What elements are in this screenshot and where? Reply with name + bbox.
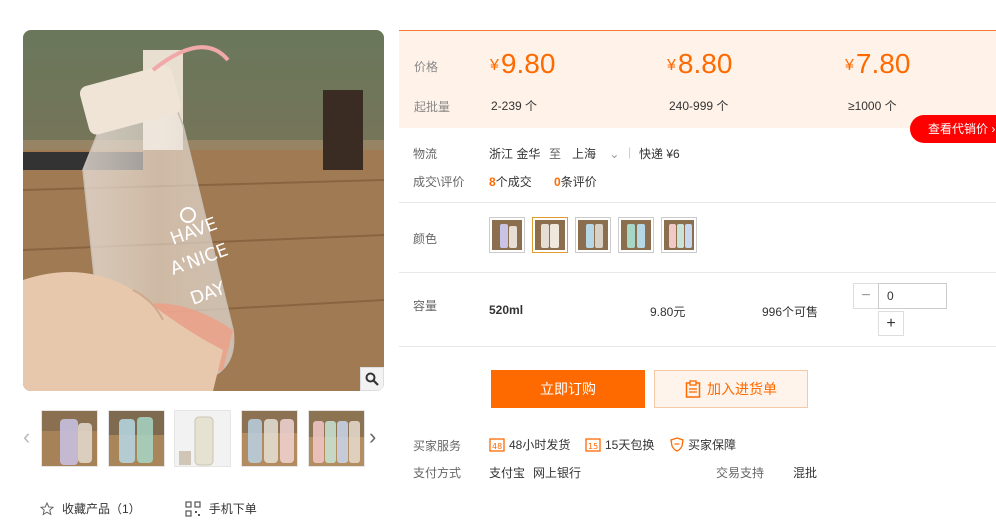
to-word: 至 [549,147,562,161]
capacity-stock: 996个可售 [762,305,819,319]
service-buyer-protection[interactable]: 买家保障 [670,436,736,453]
tier-price-3: ¥7.80 [845,48,911,79]
quantity-input[interactable]: 0 [878,283,947,309]
capacity-spec: 520ml [489,303,524,317]
color-swatch-4[interactable] [618,217,654,253]
main-product-image[interactable]: HAVE A'NICE DAY [23,30,384,391]
price-label: 价格 [414,60,439,74]
tier-price-1: ¥9.80 [490,48,556,79]
color-label: 颜色 [413,232,438,246]
thumbnail-strip: ‹ › [23,410,393,468]
tier-price-2: ¥8.80 [667,48,733,79]
mobile-order-label: 手机下单 [208,502,257,516]
thumbnail[interactable] [108,410,165,467]
thumbnail[interactable] [241,410,298,467]
mobile-order-link[interactable]: 手机下单 [185,500,257,517]
quantity-increase-button[interactable]: + [878,311,904,336]
service-48h-shipping[interactable]: 48 48小时发货 [489,436,570,453]
logistics-label: 物流 [413,147,438,161]
thumbnail[interactable] [308,410,365,467]
color-swatch-3[interactable] [575,217,611,253]
price-panel: 价格 起批量 ¥9.80 2-239 个 ¥8.80 240-999 个 ¥7.… [399,30,996,128]
exchange-icon: 15 [585,437,601,452]
deal-count[interactable]: 8个成交 [489,173,532,190]
payment-label: 支付方式 [413,466,462,480]
color-swatch-1[interactable] [489,217,525,253]
ship-from: 浙江 金华 [489,147,541,161]
tier-range-1: 2-239 个 [491,99,538,113]
svg-text:15: 15 [588,442,598,451]
trade-support-value: 混批 [793,466,818,480]
view-agent-price-button[interactable]: 查看代销价 › [910,115,996,143]
capacity-price: 9.80元 [650,305,686,319]
chevron-down-icon: ⌄ [609,147,620,161]
service-15day-exchange[interactable]: 15 15天包换 [585,436,654,453]
color-swatch-2[interactable] [532,217,568,253]
svg-text:48: 48 [492,442,502,451]
favorite-link[interactable]: 收藏产品（1） [40,500,141,517]
star-icon [40,501,54,516]
thumbnail[interactable] [174,410,231,467]
add-to-purchase-list-button[interactable]: 加入进货单 [654,370,808,408]
payment-alipay: 支付宝 [489,466,526,480]
clipboard-icon [685,380,701,398]
trade-support-label: 交易支持 [716,466,765,480]
color-swatch-5[interactable] [661,217,697,253]
divider [399,272,996,273]
divider [399,346,996,347]
capacity-label: 容量 [413,299,438,313]
chevron-right-icon[interactable]: › [369,426,376,448]
qr-code-icon [185,500,201,517]
moq-label: 起批量 [414,100,451,114]
divider [399,202,996,203]
favorite-label: 收藏产品（1） [62,502,141,516]
thumbnail[interactable] [41,410,98,467]
fast-shipping-icon: 48 [489,437,505,452]
quantity-decrease-button[interactable]: − [853,283,879,309]
tier-range-3: ≥1000 个 [848,99,897,113]
bottom-links: 收藏产品（1） 手机下单 [40,500,257,517]
zoom-button[interactable] [360,367,384,391]
services-label: 买家服务 [413,439,462,453]
separator: | [628,145,632,159]
chevron-left-icon[interactable]: ‹ [23,426,30,448]
magnifier-icon [365,372,379,386]
buy-now-button[interactable]: 立即订购 [491,370,645,408]
payment-online-bank: 网上银行 [533,466,582,480]
shipping-fee: 快递 ¥6 [639,147,680,161]
review-count[interactable]: 0条评价 [554,173,597,190]
shield-icon [670,437,684,452]
ship-to-select[interactable]: 上海 ⌄ [572,145,619,162]
tier-range-2: 240-999 个 [669,99,729,113]
deals-label: 成交\评价 [413,175,465,189]
